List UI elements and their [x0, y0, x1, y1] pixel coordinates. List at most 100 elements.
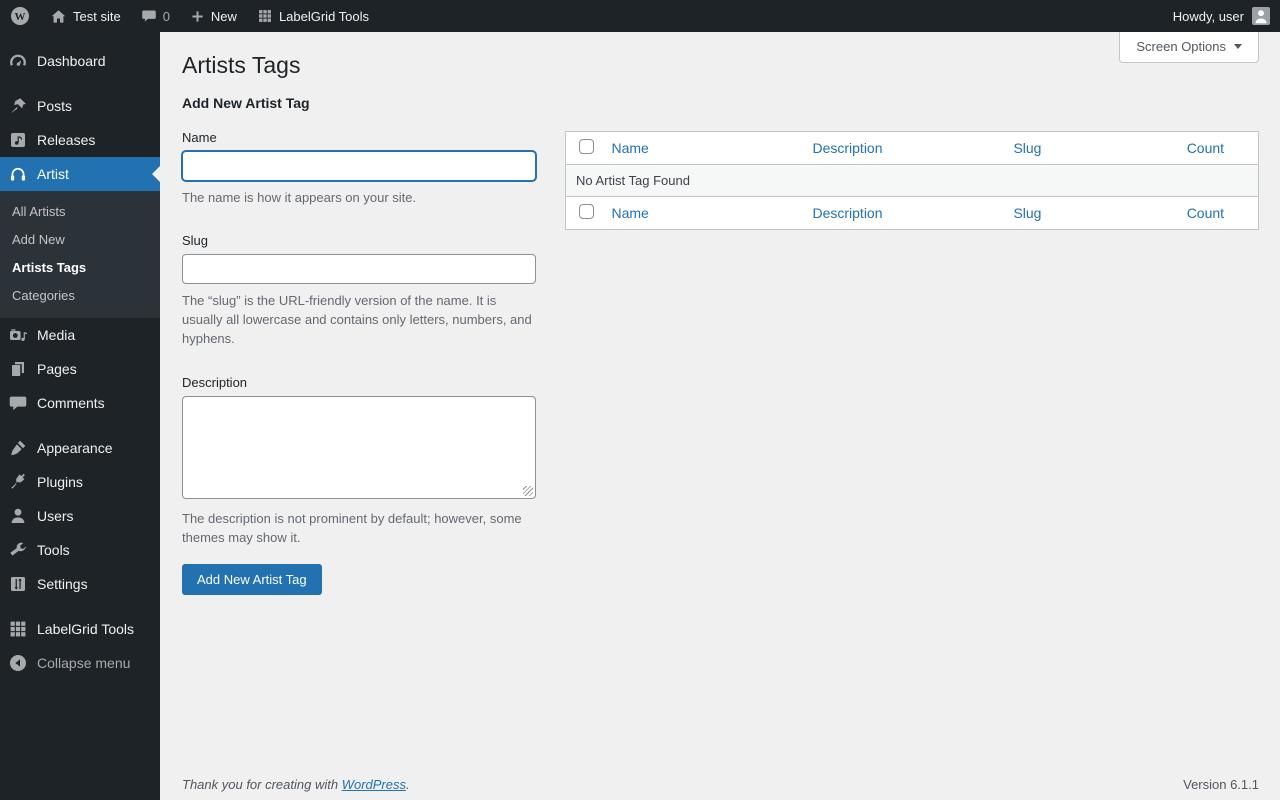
footer-version: Version 6.1.1 — [1183, 777, 1259, 792]
home-icon — [50, 8, 67, 25]
sidebar-item-settings[interactable]: Settings — [0, 567, 160, 601]
description-help-text: The description is not prominent by defa… — [182, 511, 522, 546]
select-all-checkbox[interactable] — [579, 139, 594, 155]
sort-count-link[interactable]: Count — [1187, 140, 1224, 156]
empty-message: No Artist Tag Found — [565, 164, 1259, 197]
dashboard-icon — [8, 51, 28, 71]
sort-name-link[interactable]: Name — [612, 140, 649, 156]
screen-options-label: Screen Options — [1136, 39, 1226, 54]
add-new-artist-tag-button[interactable]: Add New Artist Tag — [182, 564, 322, 596]
avatar — [1252, 7, 1270, 25]
album-note-icon — [8, 130, 28, 150]
howdy-label: Howdy, user — [1172, 8, 1244, 24]
sidebar-item-pages[interactable]: Pages — [0, 352, 160, 386]
sidebar-item-appearance[interactable]: Appearance — [0, 431, 160, 465]
sidebar-item-label: Dashboard — [37, 53, 106, 69]
headphones-icon — [8, 164, 28, 184]
sidebar-item-comments[interactable]: Comments — [0, 386, 160, 420]
sidebar-item-releases[interactable]: Releases — [0, 123, 160, 157]
new-label: New — [210, 8, 237, 24]
sidebar-subitem-categories[interactable]: Categories — [0, 281, 160, 309]
slug-input[interactable] — [182, 254, 536, 285]
labelgrid-tools-menu[interactable]: LabelGrid Tools — [247, 0, 379, 32]
wordpress-link[interactable]: WordPress — [342, 777, 406, 792]
select-all-checkbox-bottom[interactable] — [579, 204, 594, 220]
comments-icon — [8, 393, 28, 413]
sort-description-link-bottom[interactable]: Description — [812, 205, 882, 221]
sidebar-item-label: Artist — [37, 166, 69, 182]
table-footer-row: Name Description Slug Count — [565, 196, 1259, 230]
artist-submenu: All Artists Add New Artists Tags Categor… — [0, 191, 160, 318]
grid-icon — [257, 8, 273, 24]
sort-slug-link[interactable]: Slug — [1013, 140, 1041, 156]
sidebar-item-labelgrid-tools[interactable]: LabelGrid Tools — [0, 612, 160, 646]
description-field-group: Description The description is not promi… — [182, 375, 536, 547]
new-menu[interactable]: New — [180, 0, 247, 32]
name-input[interactable] — [182, 151, 536, 182]
svg-text:W: W — [15, 11, 26, 23]
description-label: Description — [182, 375, 248, 391]
sidebar-subitem-artists-tags[interactable]: Artists Tags — [0, 253, 160, 281]
user-icon — [8, 506, 28, 526]
add-tag-form: Add New Artist Tag Name The name is how … — [182, 90, 536, 596]
wordpress-logo-menu[interactable]: W — [0, 0, 40, 32]
slug-field-group: Slug The “slug” is the URL-friendly vers… — [182, 233, 536, 348]
main-content: Screen Options Artists Tags Add New Arti… — [160, 32, 1280, 800]
sidebar-item-label: Settings — [37, 576, 88, 592]
site-name-menu[interactable]: Test site — [40, 0, 131, 32]
page-title: Artists Tags — [182, 52, 301, 78]
sidebar-item-posts[interactable]: Posts — [0, 89, 160, 123]
grid-icon — [8, 619, 28, 639]
slug-label: Slug — [182, 233, 209, 249]
sidebar-item-media[interactable]: Media — [0, 318, 160, 352]
admin-bar-left: W Test site 0 New LabelGrid Tools — [0, 0, 379, 32]
plugin-icon — [8, 472, 28, 492]
two-column-layout: Add New Artist Tag Name The name is how … — [182, 90, 1259, 596]
sidebar-item-label: Releases — [37, 132, 96, 148]
sidebar-item-label: Comments — [37, 395, 105, 411]
name-label: Name — [182, 130, 217, 146]
empty-table-row: No Artist Tag Found — [565, 164, 1259, 197]
sidebar-item-label: Users — [37, 508, 74, 524]
sidebar-item-users[interactable]: Users — [0, 499, 160, 533]
sidebar-subitem-add-new[interactable]: Add New — [0, 225, 160, 253]
sidebar-item-label: Collapse menu — [37, 655, 131, 671]
screen-options-button[interactable]: Screen Options — [1119, 32, 1259, 63]
labelgrid-tools-label: LabelGrid Tools — [278, 8, 370, 24]
sidebar-item-collapse-menu[interactable]: Collapse menu — [0, 646, 160, 680]
comments-menu[interactable]: 0 — [131, 0, 180, 32]
sidebar-item-label: Tools — [37, 542, 70, 558]
sort-name-link-bottom[interactable]: Name — [612, 205, 649, 221]
tags-table-container: Name Description Slug Count No Artist Ta… — [565, 131, 1259, 595]
name-field-group: Name The name is how it appears on your … — [182, 130, 536, 207]
sort-description-link[interactable]: Description — [812, 140, 882, 156]
chevron-down-icon — [1234, 44, 1242, 49]
tags-table: Name Description Slug Count No Artist Ta… — [565, 131, 1259, 231]
admin-bar: W Test site 0 New LabelGrid Tools Howdy,… — [0, 0, 1280, 32]
sidebar-item-tools[interactable]: Tools — [0, 533, 160, 567]
menu-separator — [0, 420, 160, 431]
plus-icon — [190, 9, 205, 24]
footer-thanks-text: Thank you for creating with WordPress. — [182, 777, 410, 792]
menu-separator — [0, 601, 160, 612]
account-menu[interactable]: Howdy, user — [1163, 0, 1280, 32]
sidebar-item-dashboard[interactable]: Dashboard — [0, 44, 160, 78]
media-icon — [8, 325, 28, 345]
form-heading: Add New Artist Tag — [182, 95, 310, 112]
sidebar-item-label: LabelGrid Tools — [37, 621, 135, 637]
sidebar-item-label: Plugins — [37, 474, 83, 490]
wordpress-logo-icon: W — [10, 6, 30, 26]
slug-help-text: The “slug” is the URL-friendly version o… — [182, 293, 532, 347]
sort-count-link-bottom[interactable]: Count — [1187, 205, 1224, 221]
description-textarea[interactable] — [182, 396, 536, 500]
wrench-icon — [8, 540, 28, 560]
sidebar-item-plugins[interactable]: Plugins — [0, 465, 160, 499]
sidebar-subitem-all-artists[interactable]: All Artists — [0, 197, 160, 225]
site-name-label: Test site — [73, 8, 121, 24]
admin-sidebar: Dashboard Posts Releases Artist All Arti… — [0, 32, 160, 800]
sort-slug-link-bottom[interactable]: Slug — [1013, 205, 1041, 221]
comment-bubble-icon — [141, 8, 157, 24]
sidebar-item-label: Posts — [37, 98, 73, 114]
menu-separator — [0, 78, 160, 89]
sidebar-item-artist[interactable]: Artist — [0, 157, 160, 191]
